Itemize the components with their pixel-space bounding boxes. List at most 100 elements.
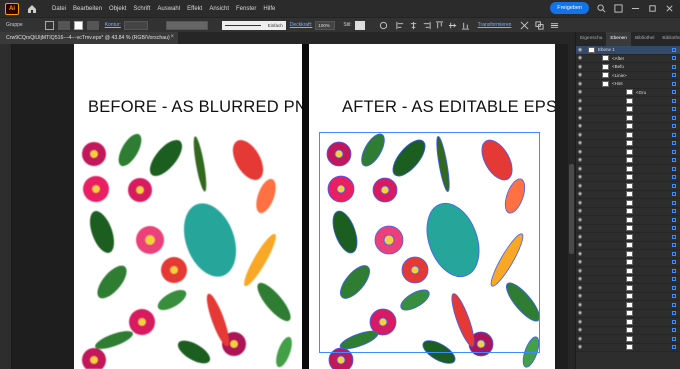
variable-width-field[interactable] (165, 20, 208, 30)
layer-row[interactable]: ◉ <Befo (576, 63, 680, 72)
opacity-link[interactable]: Deckkraft: (290, 22, 313, 28)
layer-row[interactable]: ◉ (576, 259, 680, 267)
layer-row[interactable]: ◉ (576, 208, 680, 216)
visibility-eye-icon[interactable]: ◉ (576, 319, 584, 325)
layer-row[interactable]: ◉ <After (576, 55, 680, 63)
visibility-eye-icon[interactable]: ◉ (576, 149, 584, 155)
visibility-eye-icon[interactable]: ◉ (576, 242, 584, 248)
layer-row[interactable]: ◉ Ebene 1 (576, 46, 680, 55)
layer-row[interactable]: ◉ (576, 140, 680, 148)
visibility-eye-icon[interactable]: ◉ (576, 166, 584, 172)
align-left-icon[interactable] (396, 21, 405, 30)
visibility-eye-icon[interactable]: ◉ (576, 310, 584, 316)
share-button[interactable]: Freigeben (550, 2, 589, 14)
menu-datei[interactable]: Datei (52, 6, 66, 12)
maximize-icon[interactable] (648, 4, 657, 13)
layer-target-icon[interactable] (672, 158, 676, 163)
visibility-eye-icon[interactable]: ◉ (576, 225, 584, 231)
visibility-eye-icon[interactable]: ◉ (576, 336, 584, 342)
layer-row[interactable]: ◉ (576, 301, 680, 310)
layer-row[interactable]: ◉ (576, 106, 680, 114)
align-top-icon[interactable] (435, 20, 444, 30)
layer-row[interactable]: ◉ (576, 310, 680, 318)
visibility-eye-icon[interactable]: ◉ (576, 183, 584, 189)
vertical-scrollbar[interactable] (568, 44, 575, 369)
layer-target-icon[interactable] (672, 302, 676, 307)
visibility-eye-icon[interactable]: ◉ (576, 191, 584, 197)
layer-row[interactable]: ◉ (576, 335, 680, 344)
fill-dropdown[interactable] (57, 20, 70, 30)
layer-target-icon[interactable] (672, 175, 676, 180)
visibility-eye-icon[interactable]: ◉ (576, 174, 584, 180)
layer-row[interactable]: ◉ (576, 267, 680, 276)
layer-row[interactable]: ◉ (576, 318, 680, 327)
layer-target-icon[interactable] (672, 260, 676, 265)
layer-row[interactable]: ◉ (576, 131, 680, 140)
layer-target-icon[interactable] (672, 268, 676, 273)
layer-target-icon[interactable] (672, 217, 676, 222)
visibility-eye-icon[interactable]: ◉ (576, 98, 584, 104)
stroke-weight-field[interactable] (123, 20, 148, 30)
layer-row[interactable]: ◉ (576, 344, 680, 352)
layer-target-icon[interactable] (672, 124, 676, 129)
workspace-icon[interactable] (614, 3, 623, 13)
layer-target-icon[interactable] (672, 328, 676, 333)
layer-row[interactable]: ◉ (576, 225, 680, 233)
style-swatch[interactable] (354, 20, 365, 30)
visibility-eye-icon[interactable]: ◉ (576, 47, 584, 53)
visibility-eye-icon[interactable]: ◉ (576, 285, 584, 291)
layer-row[interactable]: ◉ (576, 157, 680, 165)
layer-target-icon[interactable] (672, 311, 676, 316)
layer-target-icon[interactable] (672, 141, 676, 146)
menu-schrift[interactable]: Schrift (133, 6, 150, 12)
visibility-eye-icon[interactable]: ◉ (576, 123, 584, 129)
layer-target-icon[interactable] (672, 132, 676, 137)
visibility-eye-icon[interactable]: ◉ (576, 217, 584, 223)
layer-target-icon[interactable] (672, 81, 676, 86)
menu-bearbeiten[interactable]: Bearbeiten (73, 6, 102, 12)
align-center-icon[interactable] (409, 21, 418, 30)
menu-auswahl[interactable]: Auswahl (157, 6, 180, 12)
layer-row[interactable]: ◉ (576, 250, 680, 259)
layer-target-icon[interactable] (672, 209, 676, 214)
visibility-eye-icon[interactable]: ◉ (576, 132, 584, 138)
layer-target-icon[interactable] (672, 243, 676, 248)
artboard-after[interactable]: AFTER - AS EDITABLE EPS (309, 44, 555, 369)
layer-target-icon[interactable] (672, 115, 676, 120)
layer-target-icon[interactable] (672, 285, 676, 290)
layer-row[interactable]: ◉ <Hint (576, 80, 680, 89)
layer-row[interactable]: ◉ (576, 123, 680, 131)
layer-target-icon[interactable] (672, 294, 676, 299)
fill-swatch[interactable] (44, 20, 54, 30)
visibility-eye-icon[interactable]: ◉ (576, 327, 584, 333)
scrollbar-thumb[interactable] (569, 164, 574, 254)
tab-close-icon[interactable]: × (170, 34, 174, 40)
layer-row[interactable]: ◉ (576, 97, 680, 106)
layer-target-icon[interactable] (672, 56, 676, 61)
stroke-dropdown[interactable] (86, 20, 99, 30)
arrange-icon[interactable] (535, 20, 544, 30)
tab-libraries[interactable]: Bibliothel (631, 32, 658, 46)
transform-link[interactable]: Transformieren (478, 22, 512, 28)
visibility-eye-icon[interactable]: ◉ (576, 251, 584, 257)
layer-row[interactable]: ◉ (576, 199, 680, 208)
layer-target-icon[interactable] (672, 277, 676, 282)
visibility-eye-icon[interactable]: ◉ (576, 81, 584, 87)
visibility-eye-icon[interactable]: ◉ (576, 276, 584, 282)
home-icon[interactable] (26, 3, 38, 15)
layer-target-icon[interactable] (672, 47, 676, 52)
layer-target-icon[interactable] (672, 98, 676, 103)
layer-row[interactable]: ◉ (576, 174, 680, 182)
menu-objekt[interactable]: Objekt (109, 6, 126, 12)
layer-target-icon[interactable] (672, 64, 676, 69)
visibility-eye-icon[interactable]: ◉ (576, 259, 584, 265)
layer-row[interactable]: ◉ (576, 191, 680, 199)
stroke-swatch[interactable] (73, 20, 83, 30)
layer-target-icon[interactable] (672, 90, 676, 95)
tab-layers[interactable]: Ebenen (606, 32, 631, 46)
visibility-eye-icon[interactable]: ◉ (576, 268, 584, 274)
layer-target-icon[interactable] (672, 107, 676, 112)
visibility-eye-icon[interactable]: ◉ (576, 106, 584, 112)
tab-libraries-2[interactable]: Bibliothe (658, 32, 680, 46)
layer-target-icon[interactable] (672, 183, 676, 188)
